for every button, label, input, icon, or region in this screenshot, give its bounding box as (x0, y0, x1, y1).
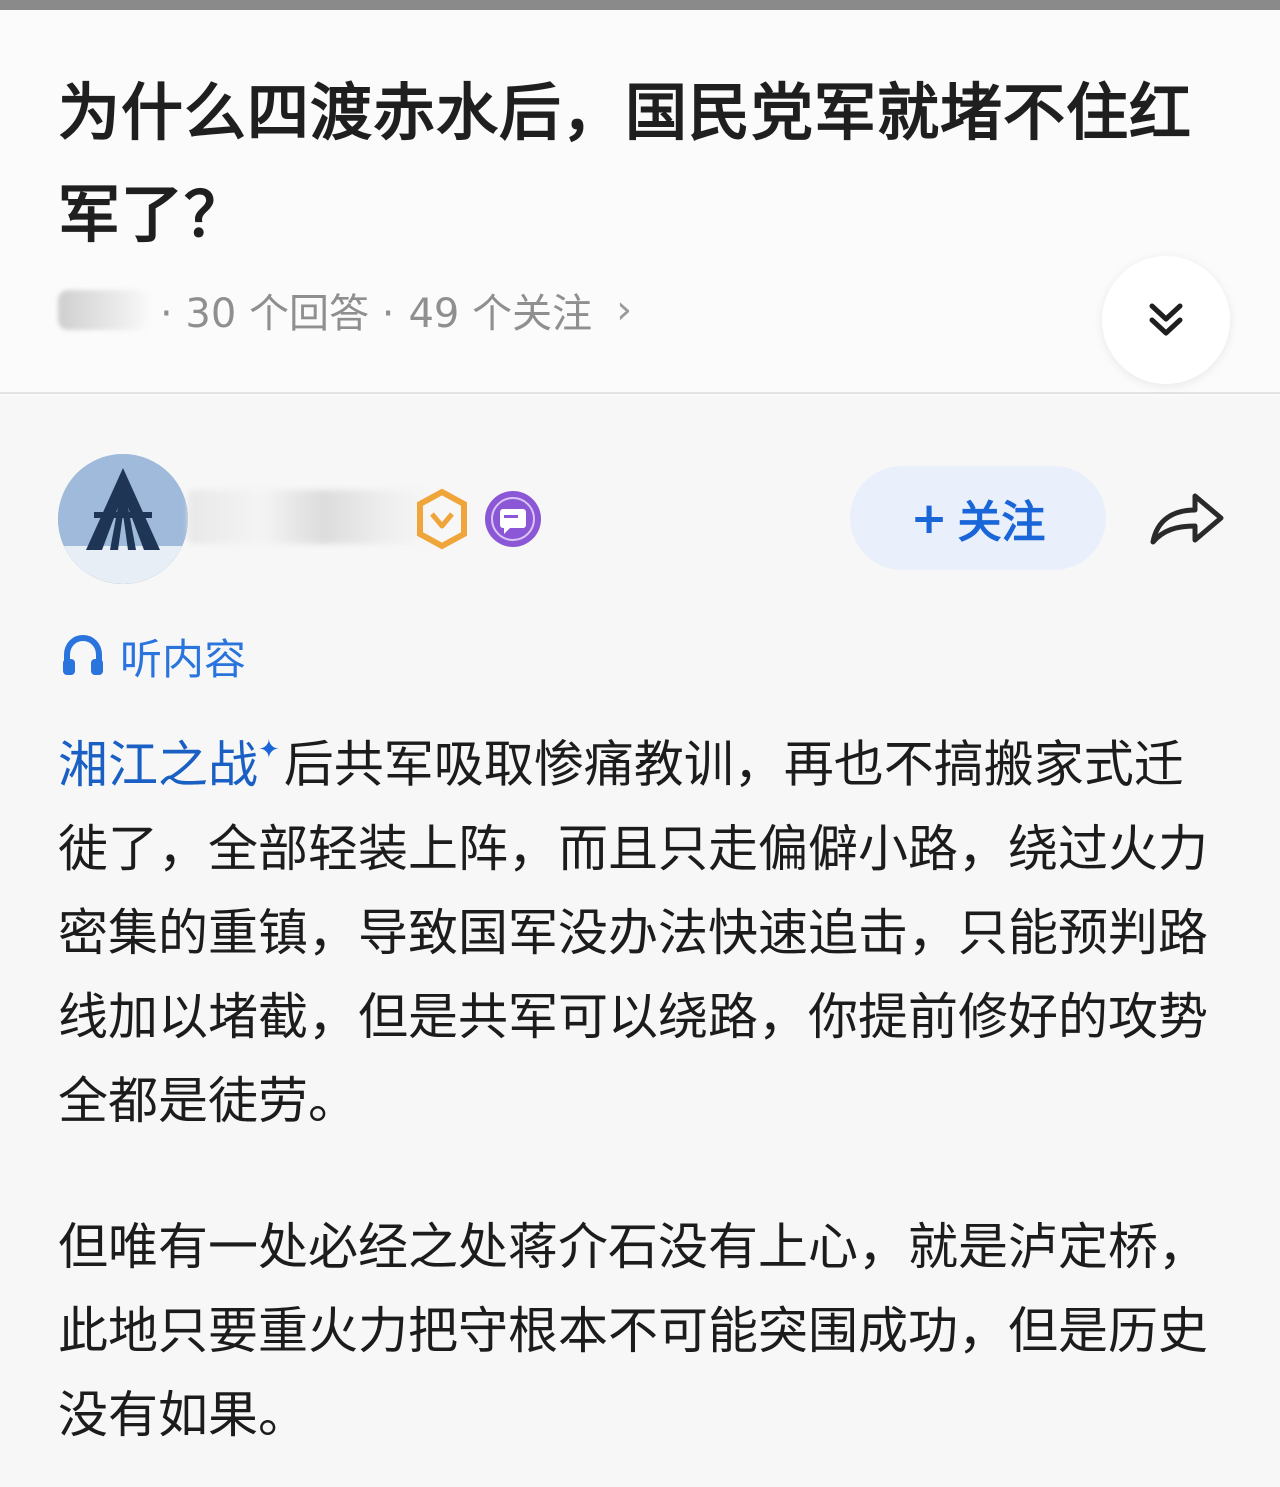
status-strip (0, 0, 1280, 10)
level-badge-icon (417, 488, 467, 550)
answer-paragraph: 但唯有一处必经之处蒋介石没有上心，就是泸定桥，此地只要重火力把守根本不可能突围成… (58, 1217, 1208, 1444)
avatar-image (58, 454, 188, 584)
answer-body: 湘江之战✦后共军吸取惨痛教训，再也不搞搬家式迁徙了，全部轻装上阵，而且只走偏僻小… (58, 714, 1233, 1457)
listen-content-button[interactable]: 听内容 (60, 626, 246, 686)
answer-count: · 30 个回答 · (160, 291, 395, 337)
share-button[interactable] (1144, 478, 1230, 558)
expand-question-button[interactable] (1102, 256, 1230, 384)
listen-label: 听内容 (120, 634, 247, 684)
question-header: 为什么四渡赤水后，国民党军就堵不住红军了？ · 30 个回答 · 49 个关注 … (0, 10, 1280, 394)
creator-badge-icon (485, 491, 541, 547)
topic-tag-redacted[interactable] (58, 290, 150, 330)
double-chevron-down-icon (1149, 303, 1183, 336)
answer-text: 后共军吸取惨痛教训，再也不搞搬家式迁徙了，全部轻装上阵，而且只走偏僻小路，绕过火… (58, 735, 1208, 1130)
share-arrow-icon (1150, 493, 1224, 545)
question-meta[interactable]: · 30 个回答 · 49 个关注 › (58, 278, 632, 342)
headphones-icon (63, 634, 103, 675)
author-avatar[interactable] (58, 454, 188, 584)
topic-link-text: 湘江之战 (58, 735, 258, 794)
follow-label: 关注 (957, 497, 1046, 548)
meta-chevron-icon: › (616, 287, 633, 333)
topic-link[interactable]: 湘江之战✦ (58, 735, 284, 794)
author-name-redacted[interactable] (188, 490, 434, 544)
question-title[interactable]: 为什么四渡赤水后，国民党军就堵不住红军了？ (58, 62, 1228, 266)
answer-paragraph: 湘江之战✦后共军吸取惨痛教训，再也不搞搬家式迁徙了，全部轻装上阵，而且只走偏僻小… (58, 714, 1233, 1143)
follow-count: 49 个关注 (408, 291, 593, 337)
plus-icon: + (910, 492, 948, 544)
sparkle-icon: ✦ (258, 735, 280, 765)
follow-button[interactable]: + 关注 (850, 466, 1106, 570)
